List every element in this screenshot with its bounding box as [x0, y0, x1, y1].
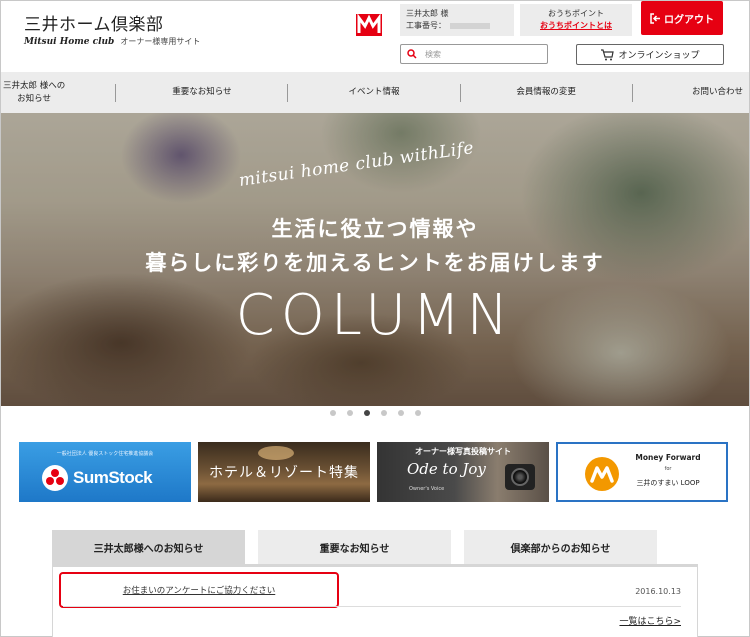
- banner-ode-to-joy[interactable]: オーナー様写真投稿サイト Ode to Joy Owner's Voice: [377, 442, 549, 502]
- online-shop-button[interactable]: オンラインショップ: [576, 44, 724, 65]
- carousel-dot[interactable]: [363, 410, 370, 416]
- banner-lamp-decoration: [258, 446, 294, 460]
- hero-slide[interactable]: mitsui home club withLife 生活に役立つ情報や 暮らしに…: [1, 113, 749, 406]
- notice-panel-topbar: [53, 564, 697, 567]
- money-forward-logo-icon: [585, 457, 619, 491]
- logout-icon: [650, 12, 660, 24]
- notice-item-highlight: お住まいのアンケートにご協力ください: [59, 572, 339, 608]
- nav-item-label-line1: 三井太郎 様への: [3, 80, 66, 91]
- tab-club-notices[interactable]: 倶楽部からのお知らせ: [464, 530, 657, 564]
- logo-title: 三井ホーム倶楽部: [24, 15, 164, 35]
- nav-item-events[interactable]: イベント情報: [288, 72, 459, 113]
- nav-item-label: イベント情報: [348, 87, 400, 97]
- notice-item-date: 2016.10.13: [635, 587, 681, 596]
- tab-personal-notices[interactable]: 三井太郎様へのお知らせ: [52, 530, 245, 564]
- nav-item-important-notices[interactable]: 重要なお知らせ: [116, 72, 287, 113]
- logo-script: Mitsui Home club: [24, 37, 115, 47]
- points-box: おうちポイント おうちポイントとは: [520, 4, 632, 36]
- camera-lens-icon: [511, 468, 529, 486]
- points-info-link[interactable]: おうちポイントとは: [520, 20, 632, 32]
- hero-headline-line1: 生活に役立つ情報や: [271, 217, 479, 241]
- banner-sumstock-text: SumStock: [73, 468, 153, 487]
- banner-hotel-resort[interactable]: ホテル＆リゾート特集: [198, 442, 370, 502]
- carousel-dot[interactable]: [380, 410, 387, 416]
- logout-label: ログアウト: [664, 14, 714, 26]
- user-number-row: 工事番号：: [406, 20, 508, 32]
- banner-ode-sub: Owner's Voice: [409, 486, 445, 492]
- nav-item-member-info[interactable]: 会員情報の変更: [461, 72, 632, 113]
- carousel-dot[interactable]: [414, 410, 421, 416]
- hero-headline-line2: 暮らしに彩りを加えるヒントをお届けします: [145, 251, 605, 275]
- nav-item-label: お問い合わせ: [692, 87, 744, 97]
- banner-mf-brand: Money Forward: [635, 453, 701, 462]
- global-nav: 三井太郎 様への お知らせ 重要なお知らせ イベント情報 会員情報の変更 お問い…: [1, 72, 749, 113]
- site-logo[interactable]: 三井ホーム倶楽部 Mitsui Home club オーナー様専用サイト: [24, 10, 200, 47]
- banner-money-forward[interactable]: Money Forward for 三井のすまい LOOP: [556, 442, 728, 502]
- nav-item-contact[interactable]: お問い合わせ: [633, 72, 749, 113]
- nav-item-personal-notices[interactable]: 三井太郎 様への お知らせ: [1, 72, 115, 113]
- points-title: おうちポイント: [548, 9, 604, 18]
- carousel-dot[interactable]: [346, 410, 353, 416]
- user-name: 三井太郎 様: [406, 9, 449, 18]
- nav-item-label: 三井太郎 様への お知らせ: [3, 80, 65, 106]
- logout-button[interactable]: ログアウト: [641, 1, 723, 35]
- nav-item-label-line2: お知らせ: [17, 93, 52, 104]
- notice-item-link[interactable]: お住まいのアンケートにご協力ください: [123, 584, 276, 596]
- cart-icon: [601, 48, 615, 60]
- search-box[interactable]: [400, 44, 548, 64]
- hero-column-title: COLUMN: [235, 283, 515, 348]
- online-shop-label: オンラインショップ: [618, 51, 700, 61]
- banner-sumstock-tagline: 一般社団法人 優良ストック住宅推進協議会: [56, 451, 154, 457]
- notice-more-link[interactable]: 一覧はこちら>: [619, 614, 681, 627]
- user-info: 三井太郎 様 工事番号：: [400, 4, 514, 36]
- carousel-dot[interactable]: [397, 410, 404, 416]
- logo-subline: Mitsui Home club オーナー様専用サイト: [24, 36, 200, 47]
- banner-mf-product: 三井のすまい LOOP: [636, 479, 700, 487]
- notice-tabs: 三井太郎様へのお知らせ 重要なお知らせ 倶楽部からのお知らせ: [52, 530, 698, 564]
- nav-item-label: 重要なお知らせ: [172, 87, 232, 97]
- user-number-label: 工事番号：: [406, 21, 446, 30]
- user-number-masked: [450, 23, 490, 29]
- search-icon: [407, 49, 417, 59]
- sumstock-logo-icon: [42, 465, 68, 491]
- banner-sumstock[interactable]: 一般社団法人 優良ストック住宅推進協議会 SumStock: [19, 442, 191, 502]
- banner-ode-script: Ode to Joy: [407, 460, 486, 478]
- banner-hotel-text: ホテル＆リゾート特集: [209, 465, 359, 481]
- tab-important-notices[interactable]: 重要なお知らせ: [258, 530, 451, 564]
- brand-mark-icon: [356, 14, 382, 36]
- notice-panel: お住まいのアンケートにご協力ください 2016.10.13 一覧はこちら>: [52, 564, 698, 637]
- notice-divider: [63, 606, 681, 607]
- carousel-dot[interactable]: [329, 410, 336, 416]
- logo-tagline: オーナー様専用サイト: [120, 37, 201, 46]
- search-input[interactable]: [425, 49, 535, 59]
- nav-item-label: 会員情報の変更: [516, 87, 576, 97]
- banner-row: 一般社団法人 優良ストック住宅推進協議会 SumStock ホテル＆リゾート特集…: [19, 442, 729, 502]
- carousel-dots: [0, 410, 750, 416]
- banner-photo-title: オーナー様写真投稿サイト: [415, 447, 511, 456]
- banner-mf-for: for: [664, 466, 672, 472]
